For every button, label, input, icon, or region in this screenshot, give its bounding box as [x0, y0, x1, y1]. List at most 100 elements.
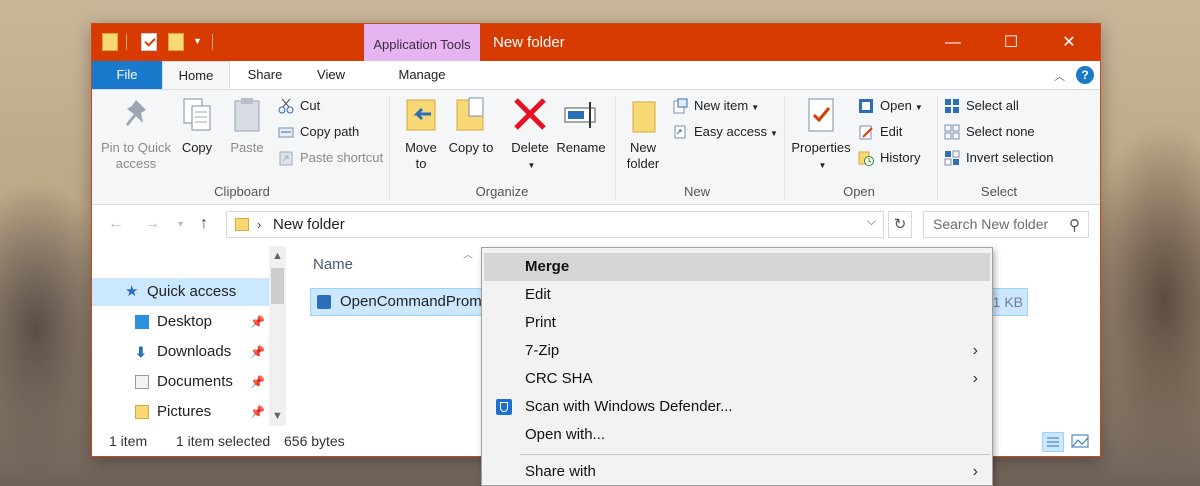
copy-button[interactable]: Copy	[174, 96, 220, 156]
menu-item-label: Scan with Windows Defender...	[525, 398, 733, 415]
divider	[212, 34, 213, 50]
nav-item-quick-access[interactable]: ★ Quick access	[92, 278, 272, 306]
new-item-dropdown-icon[interactable]: ▼	[751, 103, 759, 112]
tab-manage[interactable]: Manage	[364, 61, 480, 89]
edit-label: Edit	[880, 124, 903, 139]
copy-path-button[interactable]: Copy path	[278, 122, 359, 142]
search-icon: ⚲	[1069, 217, 1080, 234]
minimize-button[interactable]: —	[924, 24, 982, 61]
paste-shortcut-label: Paste shortcut	[300, 150, 384, 165]
tab-home[interactable]: Home	[162, 61, 230, 89]
select-none-button[interactable]: Select none	[944, 122, 1035, 142]
easy-access-icon	[672, 124, 688, 140]
pin-icon[interactable]: 📌	[250, 308, 265, 336]
copy-to-label: Copy to	[448, 140, 494, 155]
nav-item-desktop[interactable]: Desktop 📌	[92, 308, 272, 336]
new-folder-icon	[625, 96, 661, 134]
rename-icon	[563, 96, 599, 134]
details-view-icon[interactable]	[1042, 432, 1064, 452]
tab-file[interactable]: File	[92, 61, 162, 89]
menu-item-share-with[interactable]: Share with ›	[484, 458, 990, 486]
new-item-button[interactable]: New item ▼	[672, 96, 759, 116]
paste-shortcut-button[interactable]: Paste shortcut	[278, 148, 383, 168]
submenu-chevron-icon: ›	[972, 342, 978, 359]
pin-icon[interactable]: 📌	[250, 338, 265, 366]
nav-item-pictures[interactable]: Pictures 📌	[92, 398, 272, 426]
open-dropdown-icon[interactable]: ▼	[915, 103, 923, 112]
delete-label: Delete	[511, 140, 549, 155]
select-all-icon	[944, 98, 960, 114]
history-label: History	[880, 150, 921, 165]
customize-toolbar-dropdown-icon[interactable]: ▼	[193, 36, 202, 46]
folder-icon	[235, 218, 249, 231]
select-none-label: Select none	[966, 124, 1035, 139]
properties-button[interactable]: Properties ▼	[790, 96, 852, 174]
move-to-button[interactable]: Move to	[398, 96, 444, 172]
copy-to-button[interactable]: Copy to	[448, 96, 494, 156]
select-none-icon	[944, 124, 960, 140]
refresh-icon[interactable]: ↻	[888, 211, 912, 238]
pin-icon[interactable]: 📌	[250, 398, 265, 426]
breadcrumb-path[interactable]: New folder	[273, 212, 345, 237]
select-all-label: Select all	[966, 98, 1019, 113]
delete-dropdown-icon[interactable]: ▼	[528, 161, 536, 170]
menu-item-7zip[interactable]: 7-Zip ›	[484, 337, 990, 365]
navigation-scrollbar[interactable]: ▲ ▼	[269, 246, 286, 426]
menu-item-print[interactable]: Print	[484, 309, 990, 337]
pictures-icon	[135, 405, 149, 419]
scroll-down-icon[interactable]: ▼	[272, 410, 283, 422]
scroll-thumb[interactable]	[271, 268, 284, 304]
menu-item-scan-defender[interactable]: Scan with Windows Defender...	[484, 393, 990, 421]
new-folder-quick-icon[interactable]	[168, 33, 184, 51]
recent-locations-chevron-icon[interactable]: ▾	[178, 219, 183, 230]
copy-path-icon	[278, 124, 294, 140]
forward-arrow-icon[interactable]: →	[144, 215, 160, 233]
minimize-ribbon-icon[interactable]: ︿	[1054, 68, 1065, 84]
help-icon[interactable]: ?	[1076, 66, 1094, 84]
scroll-up-icon[interactable]: ▲	[272, 250, 283, 262]
history-button[interactable]: History	[858, 148, 920, 168]
file-name: OpenCommandProm	[340, 293, 482, 310]
copy-label: Copy	[181, 140, 213, 155]
submenu-chevron-icon: ›	[972, 463, 978, 480]
maximize-button[interactable]: ☐	[982, 24, 1040, 61]
nav-item-label: Pictures	[157, 403, 212, 420]
close-button[interactable]: ✕	[1040, 24, 1098, 61]
rename-button[interactable]: Rename	[556, 96, 606, 156]
paste-button[interactable]: Paste	[224, 96, 270, 156]
invert-selection-button[interactable]: Invert selection	[944, 148, 1053, 168]
new-folder-button[interactable]: New folder	[620, 96, 666, 172]
item-count: 1 item	[109, 433, 148, 449]
pin-icon[interactable]: 📌	[250, 368, 265, 396]
properties-quick-icon[interactable]	[141, 33, 157, 51]
desktop-icon	[135, 315, 149, 329]
nav-item-documents[interactable]: Documents 📌	[92, 368, 272, 396]
menu-item-merge[interactable]: Merge	[484, 253, 990, 281]
nav-item-downloads[interactable]: ⬇ Downloads 📌	[92, 338, 272, 366]
search-input[interactable]: Search New folder ⚲	[923, 211, 1089, 238]
address-bar[interactable]: › New folder ⌵	[226, 211, 884, 238]
menu-item-crc-sha[interactable]: CRC SHA ›	[484, 365, 990, 393]
select-all-button[interactable]: Select all	[944, 96, 1019, 116]
edit-button[interactable]: Edit	[858, 122, 902, 142]
easy-access-button[interactable]: Easy access ▼	[672, 122, 778, 142]
up-arrow-icon[interactable]: ↑	[200, 215, 208, 233]
breadcrumb-chevron-icon[interactable]: ›	[257, 212, 261, 237]
menu-item-edit[interactable]: Edit	[484, 281, 990, 309]
tab-view[interactable]: View	[302, 61, 360, 89]
tab-share[interactable]: Share	[238, 61, 292, 89]
column-header-name[interactable]: Name	[313, 256, 353, 273]
new-item-label: New item	[694, 98, 749, 113]
cut-button[interactable]: Cut	[278, 96, 320, 116]
open-button[interactable]: Open ▼	[858, 96, 923, 116]
back-arrow-icon[interactable]: ←	[108, 215, 124, 233]
folder-icon	[102, 33, 118, 51]
address-dropdown-icon[interactable]: ⌵	[867, 214, 876, 229]
menu-separator	[520, 454, 990, 455]
delete-button[interactable]: Delete ▼	[504, 96, 556, 174]
large-icons-view-icon[interactable]	[1070, 432, 1092, 452]
properties-dropdown-icon[interactable]: ▼	[819, 161, 827, 170]
menu-item-open-with[interactable]: Open with...	[484, 421, 990, 449]
easy-access-dropdown-icon[interactable]: ▼	[770, 129, 778, 138]
pin-to-quick-access-button[interactable]: Pin to Quick access	[98, 96, 174, 172]
